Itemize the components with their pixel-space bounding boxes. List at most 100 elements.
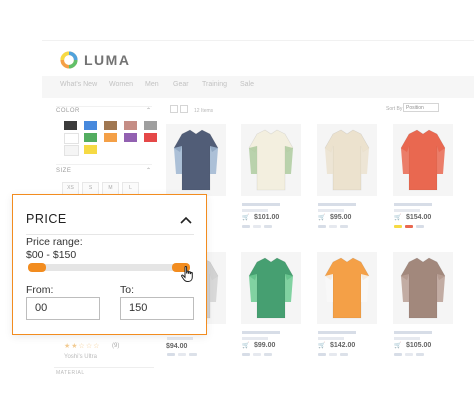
product-name-placeholder [318, 337, 344, 340]
product-price: $94.00 [166, 343, 188, 350]
cart-icon[interactable]: 🛒 [318, 214, 325, 221]
color-swatch-purple[interactable] [124, 133, 137, 142]
list-view-icon[interactable] [180, 105, 188, 113]
product-name-placeholder[interactable] [394, 203, 432, 206]
chevron-up-icon[interactable]: ⌃ [146, 107, 151, 114]
nav-item-men[interactable]: Men [145, 81, 159, 88]
product-name-placeholder [394, 337, 420, 340]
product-color-option[interactable] [394, 353, 402, 356]
color-swatch-blue[interactable] [84, 121, 97, 130]
price-range-label: Price range: [26, 236, 83, 248]
product-image[interactable] [241, 124, 301, 196]
product-price: $99.00 [254, 342, 276, 349]
product-color-option[interactable] [340, 225, 348, 228]
product-color-option[interactable] [253, 225, 261, 228]
chevron-up-icon[interactable] [179, 215, 193, 225]
color-swatch-light-gray[interactable] [64, 145, 79, 156]
price-range-slider[interactable] [28, 263, 190, 272]
nav-item-training[interactable]: Training [202, 81, 227, 88]
product-color-option[interactable] [253, 353, 261, 356]
nav-item-women[interactable]: Women [109, 81, 133, 88]
price-from-input[interactable]: 00 [26, 297, 100, 320]
color-swatch-gray[interactable] [144, 121, 157, 130]
brand-name: LUMA [84, 52, 131, 68]
cart-icon[interactable]: 🛒 [242, 342, 249, 349]
product-color-option[interactable] [242, 353, 250, 356]
product-color-option[interactable] [167, 353, 175, 356]
product-color-option[interactable] [405, 353, 413, 356]
size-filter-title[interactable]: SIZE [56, 168, 71, 174]
sidebar-divider [54, 367, 154, 368]
price-from-label: From: [26, 284, 54, 296]
color-swatch-red[interactable] [144, 133, 157, 142]
nav-item-gear[interactable]: Gear [173, 81, 189, 88]
price-filter-card: PRICE Price range: $00 - $150 From: To: … [12, 194, 207, 335]
product-price: $154.00 [406, 214, 432, 221]
product-image[interactable] [393, 124, 453, 196]
product-name-placeholder [394, 209, 420, 212]
slider-min-handle[interactable] [28, 263, 46, 272]
sidebar-divider [56, 106, 152, 107]
color-swatch-green[interactable] [84, 133, 97, 142]
color-swatch-orange[interactable] [104, 133, 117, 142]
product-color-option[interactable] [405, 225, 413, 228]
product-color-option[interactable] [264, 225, 272, 228]
material-filter-title[interactable]: MATERIAL [56, 370, 85, 376]
product-color-option[interactable] [318, 353, 326, 356]
product-color-option[interactable] [264, 353, 272, 356]
product-price: $101.00 [254, 214, 280, 221]
color-swatch-black[interactable] [64, 121, 77, 130]
product-image[interactable] [241, 252, 301, 324]
product-name-placeholder[interactable] [242, 203, 280, 206]
grid-view-icon[interactable] [170, 105, 178, 113]
price-filter-divider [26, 234, 194, 235]
color-swatch-white[interactable] [64, 133, 79, 144]
product-price: $142.00 [330, 342, 356, 349]
product-image[interactable] [317, 124, 377, 196]
product-image[interactable] [166, 124, 226, 196]
product-color-option[interactable] [318, 225, 326, 228]
store-header: LUMA [42, 40, 474, 77]
product-color-option[interactable] [189, 353, 197, 356]
price-to-input[interactable]: 150 [120, 297, 194, 320]
product-name-placeholder [242, 337, 268, 340]
product-color-option[interactable] [242, 225, 250, 228]
product-color-option[interactable] [416, 353, 424, 356]
rating-stars-icon: ★★☆☆☆ [64, 343, 101, 350]
product-name-placeholder [318, 209, 344, 212]
item-count: 12 Items [194, 108, 214, 114]
product-image[interactable] [317, 252, 377, 324]
cart-icon[interactable]: 🛒 [242, 214, 249, 221]
price-to-label: To: [120, 284, 135, 296]
cart-icon[interactable]: 🛒 [318, 342, 325, 349]
chevron-up-icon[interactable]: ⌃ [146, 167, 151, 174]
product-name-placeholder[interactable] [318, 203, 356, 206]
product-color-option[interactable] [329, 225, 337, 228]
color-filter-title[interactable]: COLOR [56, 108, 80, 114]
product-color-option[interactable] [416, 225, 424, 228]
product-color-option[interactable] [329, 353, 337, 356]
color-swatch-yellow[interactable] [84, 145, 97, 154]
product-price: $105.00 [406, 342, 432, 349]
sort-by-select[interactable]: Position [403, 103, 439, 112]
product-image[interactable] [393, 252, 453, 324]
product-price: $95.00 [330, 214, 352, 221]
nav-item-whats-new[interactable]: What's New [60, 81, 97, 88]
cart-icon[interactable]: 🛒 [394, 214, 401, 221]
product-name-placeholder[interactable] [394, 331, 432, 334]
product-color-option[interactable] [394, 225, 402, 228]
rating-count[interactable]: (9) [112, 343, 119, 349]
product-name-placeholder[interactable] [318, 331, 356, 334]
luma-logo-icon[interactable] [60, 51, 78, 69]
product-color-option[interactable] [340, 353, 348, 356]
main-nav: What's New Women Men Gear Training Sale [42, 76, 474, 98]
nav-item-sale[interactable]: Sale [240, 81, 254, 88]
rating-product-name[interactable]: Yoshi's Ultra [64, 354, 97, 360]
color-swatch-brown[interactable] [104, 121, 117, 130]
cart-icon[interactable]: 🛒 [394, 342, 401, 349]
product-color-option[interactable] [178, 353, 186, 356]
color-swatch-pink[interactable] [124, 121, 137, 130]
product-name-placeholder[interactable] [242, 331, 280, 334]
product-name-placeholder [242, 209, 268, 212]
price-filter-title[interactable]: PRICE [26, 212, 67, 226]
